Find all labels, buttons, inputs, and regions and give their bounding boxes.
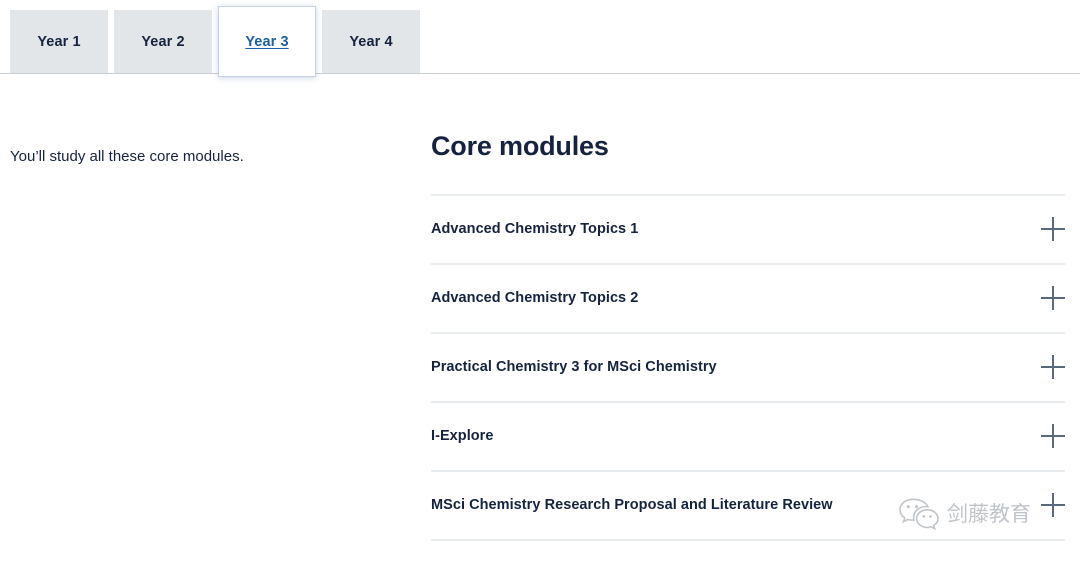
- module-row[interactable]: Practical Chemistry 3 for MSci Chemistry: [431, 334, 1065, 403]
- module-row[interactable]: Advanced Chemistry Topics 1: [431, 196, 1065, 265]
- module-label: MSci Chemistry Research Proposal and Lit…: [431, 497, 833, 514]
- plus-icon[interactable]: [1041, 493, 1065, 518]
- plus-icon[interactable]: [1041, 217, 1065, 242]
- module-row[interactable]: MSci Chemistry Research Proposal and Lit…: [431, 472, 1065, 541]
- tab-year-2[interactable]: Year 2: [114, 10, 212, 73]
- plus-icon[interactable]: [1041, 355, 1065, 380]
- tab-label: Year 3: [245, 33, 289, 50]
- module-label: I-Explore: [431, 428, 494, 445]
- year-tab-bar: Year 1 Year 2 Year 3 Year 4: [0, 0, 1080, 77]
- tab-year-4[interactable]: Year 4: [322, 10, 420, 73]
- module-row[interactable]: I-Explore: [431, 403, 1065, 472]
- tab-label: Year 1: [37, 33, 81, 50]
- tab-label: Year 4: [349, 33, 393, 50]
- module-label: Practical Chemistry 3 for MSci Chemistry: [431, 359, 717, 376]
- core-modules-panel: Core modules Advanced Chemistry Topics 1…: [431, 131, 1065, 541]
- tab-bar-divider: [0, 73, 1080, 74]
- module-label: Advanced Chemistry Topics 1: [431, 221, 639, 238]
- modules-accordion: Advanced Chemistry Topics 1 Advanced Che…: [431, 193, 1065, 541]
- tab-year-1[interactable]: Year 1: [10, 10, 108, 73]
- tab-year-3[interactable]: Year 3: [218, 6, 316, 77]
- module-row[interactable]: Advanced Chemistry Topics 2: [431, 265, 1065, 334]
- module-label: Advanced Chemistry Topics 2: [431, 290, 639, 307]
- tab-label: Year 2: [141, 33, 185, 50]
- plus-icon[interactable]: [1041, 286, 1065, 311]
- intro-text: You’ll study all these core modules.: [10, 148, 244, 165]
- page-title: Core modules: [431, 131, 609, 161]
- plus-icon[interactable]: [1041, 424, 1065, 449]
